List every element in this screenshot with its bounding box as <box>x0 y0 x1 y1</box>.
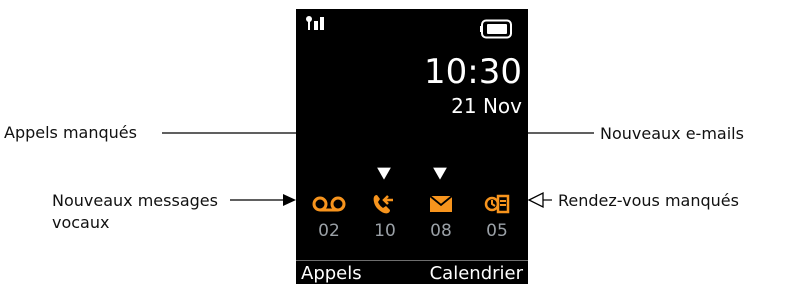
callout-lines <box>162 132 594 209</box>
missed-calls-leader <box>162 132 385 167</box>
new-emails-arrowhead <box>430 166 450 183</box>
missed-calls-arrowhead <box>374 166 394 183</box>
appointment-arrowhead <box>527 191 544 209</box>
new-emails-leader <box>439 132 594 167</box>
voicemail-arrowhead <box>283 194 296 206</box>
